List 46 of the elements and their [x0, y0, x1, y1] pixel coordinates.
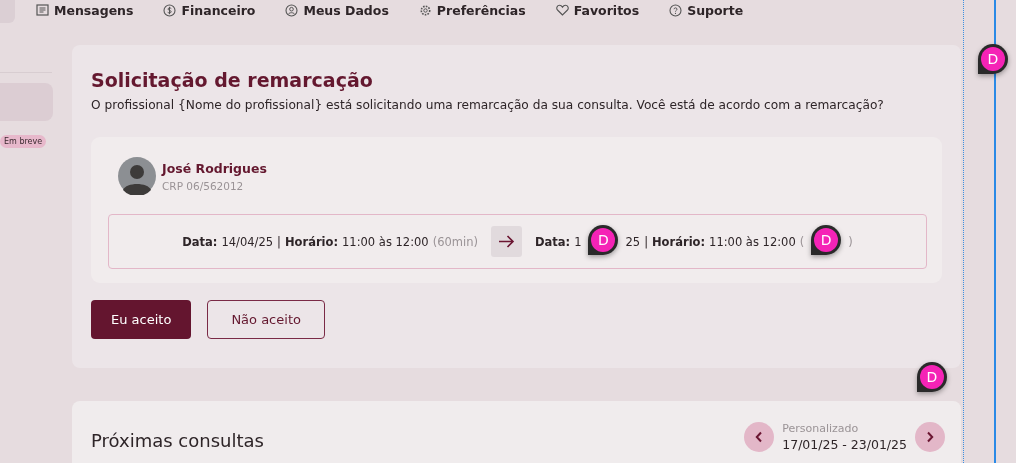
heart-icon: [555, 4, 569, 16]
time-value: 11:00 às 12:00: [709, 234, 796, 249]
avatar-icon: [118, 157, 156, 195]
chevron-right-icon: [926, 431, 934, 443]
professional-name: José Rodrigues: [162, 160, 267, 176]
gear-icon: [418, 3, 432, 17]
help-icon: [669, 3, 683, 17]
comment-pin[interactable]: D: [588, 224, 619, 255]
separator: |: [644, 234, 648, 249]
time-label: Horário:: [652, 234, 706, 249]
time-label: Horário:: [284, 234, 339, 249]
time-value: 11:00 às 12:00: [342, 234, 429, 249]
user-icon: [285, 3, 299, 17]
duration-fragment: (: [799, 234, 805, 249]
duration-fragment: ): [848, 234, 853, 249]
decline-button[interactable]: Não aceito: [207, 300, 325, 339]
range-label: Personalizado: [782, 422, 860, 435]
nav-link[interactable]: Preferências: [418, 2, 526, 18]
nav-link[interactable]: Suporte: [669, 2, 744, 18]
separator: |: [277, 234, 281, 249]
accept-button[interactable]: Eu aceito: [91, 300, 192, 339]
chevron-left-icon: [755, 431, 764, 443]
comment-pin[interactable]: D: [917, 362, 947, 392]
date-value: 14/04/25: [221, 234, 274, 249]
date-label: Data:: [535, 234, 571, 249]
soon-badge: Em breve: [0, 135, 47, 148]
date-fragment: 25: [625, 234, 641, 249]
message-icon: [36, 3, 49, 17]
previous-button[interactable]: [744, 422, 775, 452]
date-label: Data:: [182, 234, 218, 249]
dollar-icon: [163, 3, 177, 17]
nav-link[interactable]: Meus Dados: [285, 2, 389, 18]
date-range: 17/01/25 - 23/01/25: [782, 437, 907, 452]
comment-pin[interactable]: D: [978, 44, 1008, 74]
professional-registry: CRP 06/562012: [162, 179, 245, 192]
next-button[interactable]: [915, 422, 945, 452]
duration: (60min): [432, 234, 478, 249]
nav-link[interactable]: Favoritos: [555, 2, 640, 18]
arrow-right-icon: [491, 226, 522, 257]
upcoming-title: Próximas consultas: [91, 430, 264, 451]
request-title: Solicitação de remarcação: [91, 69, 374, 91]
date-fragment: 1: [574, 234, 582, 249]
nav-link[interactable]: Financeiro: [163, 2, 256, 18]
request-message: O profissional {Nome do profissional} está solicitando uma remarcação da sua consulta. Você está de acordo com a remarcação?: [91, 98, 885, 112]
comment-pin[interactable]: D: [811, 224, 842, 255]
nav-link[interactable]: Mensagens: [36, 2, 134, 18]
